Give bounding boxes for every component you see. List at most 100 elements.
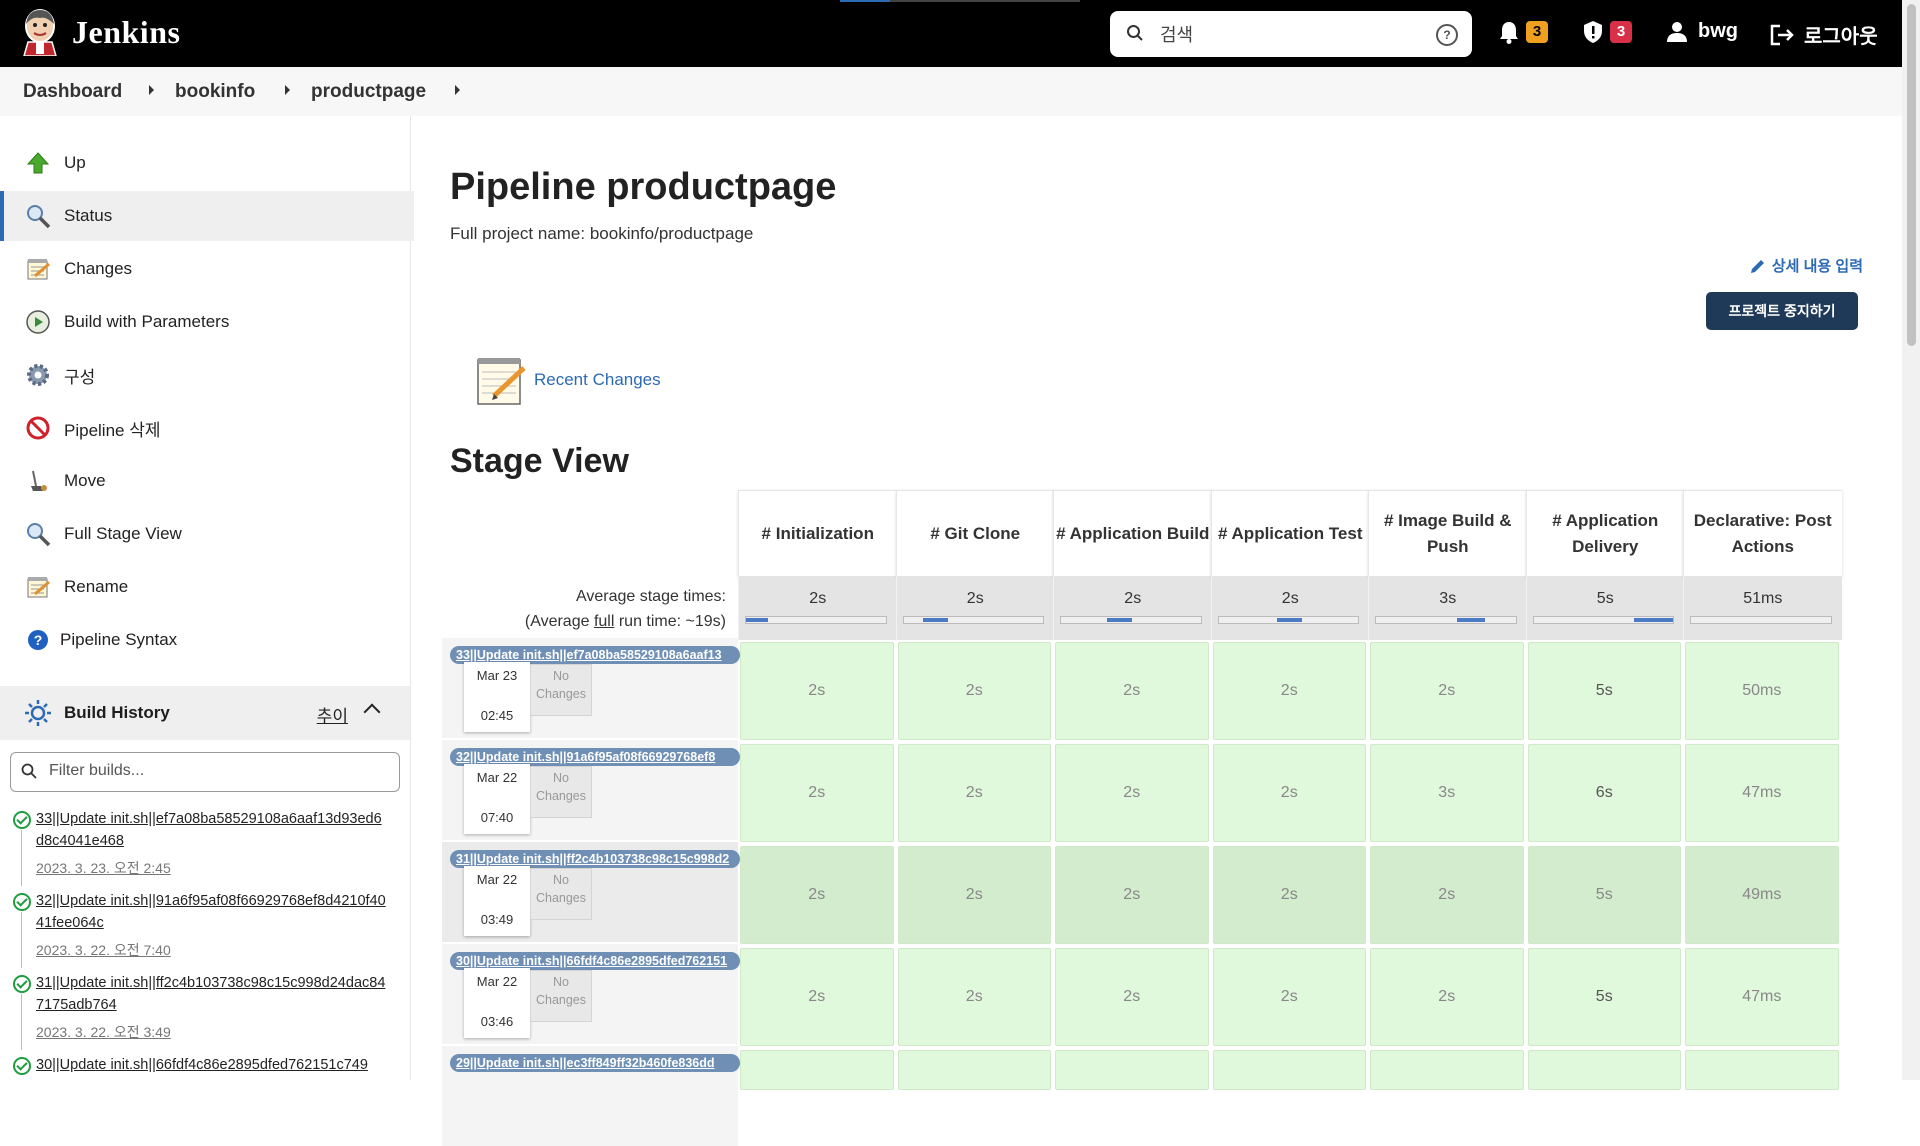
build-link[interactable]: 31||Update init.sh||ff2c4b103738c98c15c9… — [36, 972, 386, 1016]
average-stage-times-text: Average stage times: — [575, 588, 726, 605]
build-name-badge[interactable]: 29||Update init.sh||ec3ff849ff32b460fe83… — [450, 1054, 740, 1072]
stage-header: # Git Clone — [895, 490, 1054, 577]
stage-cell-success[interactable] — [1685, 1050, 1839, 1090]
logout-button[interactable]: 로그아웃 — [1770, 20, 1878, 49]
breadcrumb-bookinfo[interactable]: bookinfo — [175, 81, 255, 103]
security-alerts-button[interactable]: 3 — [1582, 20, 1632, 44]
security-count-badge: 3 — [1610, 21, 1632, 43]
stage-cell-success[interactable]: 2s — [740, 948, 894, 1046]
stage-time-bar-fill — [1107, 618, 1133, 622]
stage-cell-success[interactable]: 2s — [1212, 846, 1366, 944]
stage-cell-success[interactable]: 2s — [897, 846, 1051, 944]
build-history-trend-link[interactable]: 추이 — [317, 702, 348, 727]
notepad-icon — [477, 358, 526, 405]
stage-cell-success[interactable]: 2s — [1055, 846, 1209, 944]
sidebar-item-build-with-parameters[interactable]: Build with Parameters — [0, 297, 410, 347]
build-history-title: Build History — [64, 703, 170, 722]
build-row-label[interactable]: 29||Update init.sh||ec3ff849ff32b460fe83… — [442, 1046, 740, 1146]
stage-cell-success[interactable]: 50ms — [1685, 642, 1839, 740]
stage-header: # Application Delivery — [1525, 490, 1684, 577]
sidebar-item-configure[interactable]: 구성 — [0, 350, 410, 400]
notepad-icon — [24, 573, 52, 601]
stage-cell-success[interactable]: 2s — [897, 744, 1051, 842]
stage-cell-success[interactable]: 47ms — [1685, 948, 1839, 1046]
build-row-label[interactable]: 33||Update init.sh||ef7a08ba58529108a6aa… — [442, 638, 740, 738]
stage-cell-success[interactable]: 5s — [1527, 948, 1681, 1046]
breadcrumb-dashboard[interactable]: Dashboard — [23, 81, 122, 103]
stage-cell-success[interactable]: 2s — [740, 642, 894, 740]
build-row-label[interactable]: 30||Update init.sh||66fdf4c86e2895dfed76… — [442, 944, 740, 1044]
stage-cell-success[interactable]: 2s — [1370, 642, 1524, 740]
stage-cell-success[interactable]: 2s — [1055, 642, 1209, 740]
filter-builds-field[interactable] — [10, 752, 400, 792]
build-link[interactable]: 33||Update init.sh||ef7a08ba58529108a6aa… — [36, 808, 386, 852]
collapse-chevron-icon[interactable] — [363, 703, 381, 721]
sidebar-item-up[interactable]: Up — [0, 138, 410, 188]
build-date: Mar 22 — [476, 974, 518, 989]
build-time: 03:46 — [480, 1014, 514, 1029]
build-link[interactable]: 30||Update init.sh||66fdf4c86e2895dfed76… — [36, 1054, 386, 1076]
stage-cell-success[interactable]: 2s — [740, 846, 894, 944]
stage-cell-success[interactable] — [1055, 1050, 1209, 1090]
global-search[interactable]: ? — [1110, 11, 1472, 57]
edit-description-link[interactable]: 상세 내용 입력 — [1749, 255, 1863, 276]
filter-builds-input[interactable] — [47, 761, 381, 781]
stage-cell-success[interactable] — [1370, 1050, 1524, 1090]
logout-label: 로그아웃 — [1804, 26, 1878, 48]
stage-cell-success[interactable]: 2s — [1212, 642, 1366, 740]
breadcrumb-separator-icon[interactable] — [149, 85, 154, 95]
stage-cell-success[interactable]: 2s — [897, 642, 1051, 740]
scrollbar-thumb[interactable] — [1907, 4, 1916, 346]
page-scrollbar[interactable] — [1902, 0, 1920, 1080]
sidebar-item-changes[interactable]: Changes — [0, 244, 410, 294]
stage-cell-success[interactable]: 6s — [1527, 744, 1681, 842]
build-date[interactable]: 2023. 3. 23. 오전 2:45 — [36, 858, 171, 878]
user-menu[interactable]: bwg — [1666, 20, 1738, 43]
no-changes-box[interactable]: No Changes — [530, 664, 592, 716]
build-date[interactable]: 2023. 3. 22. 오전 3:49 — [36, 1022, 171, 1042]
magnifier-icon — [24, 202, 52, 230]
stage-cell-success[interactable]: 47ms — [1685, 744, 1839, 842]
sidebar-item-move[interactable]: Move — [0, 456, 410, 506]
search-help-icon[interactable]: ? — [1436, 24, 1458, 46]
full-run-link[interactable]: full — [594, 613, 614, 630]
recent-changes-link[interactable]: Recent Changes — [472, 352, 661, 408]
build-date-box: Mar 22 03:46 — [464, 968, 530, 1038]
sidebar-item-pipeline-syntax[interactable]: ? Pipeline Syntax — [0, 615, 410, 665]
stage-cell-success[interactable] — [897, 1050, 1051, 1090]
build-date[interactable]: 2023. 3. 22. 오전 7:40 — [36, 940, 171, 960]
stage-cell-success[interactable]: 2s — [1370, 948, 1524, 1046]
stage-cell-success[interactable]: 2s — [1212, 744, 1366, 842]
notifications-button[interactable]: 3 — [1498, 20, 1548, 44]
breadcrumb-separator-icon[interactable] — [285, 85, 290, 95]
search-input[interactable] — [1158, 21, 1422, 49]
stage-cell-success[interactable]: 2s — [1212, 948, 1366, 1046]
stage-cell-success[interactable]: 2s — [1055, 948, 1209, 1046]
jenkins-logo[interactable]: Jenkins — [20, 8, 180, 56]
no-changes-box[interactable]: No Changes — [530, 970, 592, 1022]
build-row-label[interactable]: 32||Update init.sh||91a6f95af08f66929768… — [442, 740, 740, 840]
sidebar-item-rename[interactable]: Rename — [0, 562, 410, 612]
no-changes-box[interactable]: No Changes — [530, 868, 592, 920]
stage-cell-success[interactable]: 49ms — [1685, 846, 1839, 944]
stage-cell-success[interactable]: 5s — [1527, 846, 1681, 944]
stage-cell-success[interactable] — [1527, 1050, 1681, 1090]
no-changes-box[interactable]: No Changes — [530, 766, 592, 818]
stage-cell-success[interactable] — [1212, 1050, 1366, 1090]
stage-cell-success[interactable] — [740, 1050, 894, 1090]
sidebar-item-delete-pipeline[interactable]: Pipeline 삭제 — [0, 403, 410, 453]
disable-project-button[interactable]: 프로젝트 중지하기 — [1706, 292, 1858, 330]
sidebar-item-status[interactable]: Status — [0, 191, 414, 241]
stage-cell-success[interactable]: 2s — [1055, 744, 1209, 842]
stage-cell-success[interactable]: 2s — [897, 948, 1051, 1046]
stage-cell-success[interactable]: 2s — [740, 744, 894, 842]
svg-text:?: ? — [34, 632, 43, 648]
stage-cell-success[interactable]: 3s — [1370, 744, 1524, 842]
stage-cell-success[interactable]: 2s — [1370, 846, 1524, 944]
stage-cell-success[interactable]: 5s — [1527, 642, 1681, 740]
breadcrumb-separator-icon[interactable] — [455, 85, 460, 95]
breadcrumb-productpage[interactable]: productpage — [311, 81, 426, 103]
build-link[interactable]: 32||Update init.sh||91a6f95af08f66929768… — [36, 890, 386, 934]
sidebar-item-full-stage-view[interactable]: Full Stage View — [0, 509, 410, 559]
build-row-label[interactable]: 31||Update init.sh||ff2c4b103738c98c15c9… — [442, 842, 740, 942]
